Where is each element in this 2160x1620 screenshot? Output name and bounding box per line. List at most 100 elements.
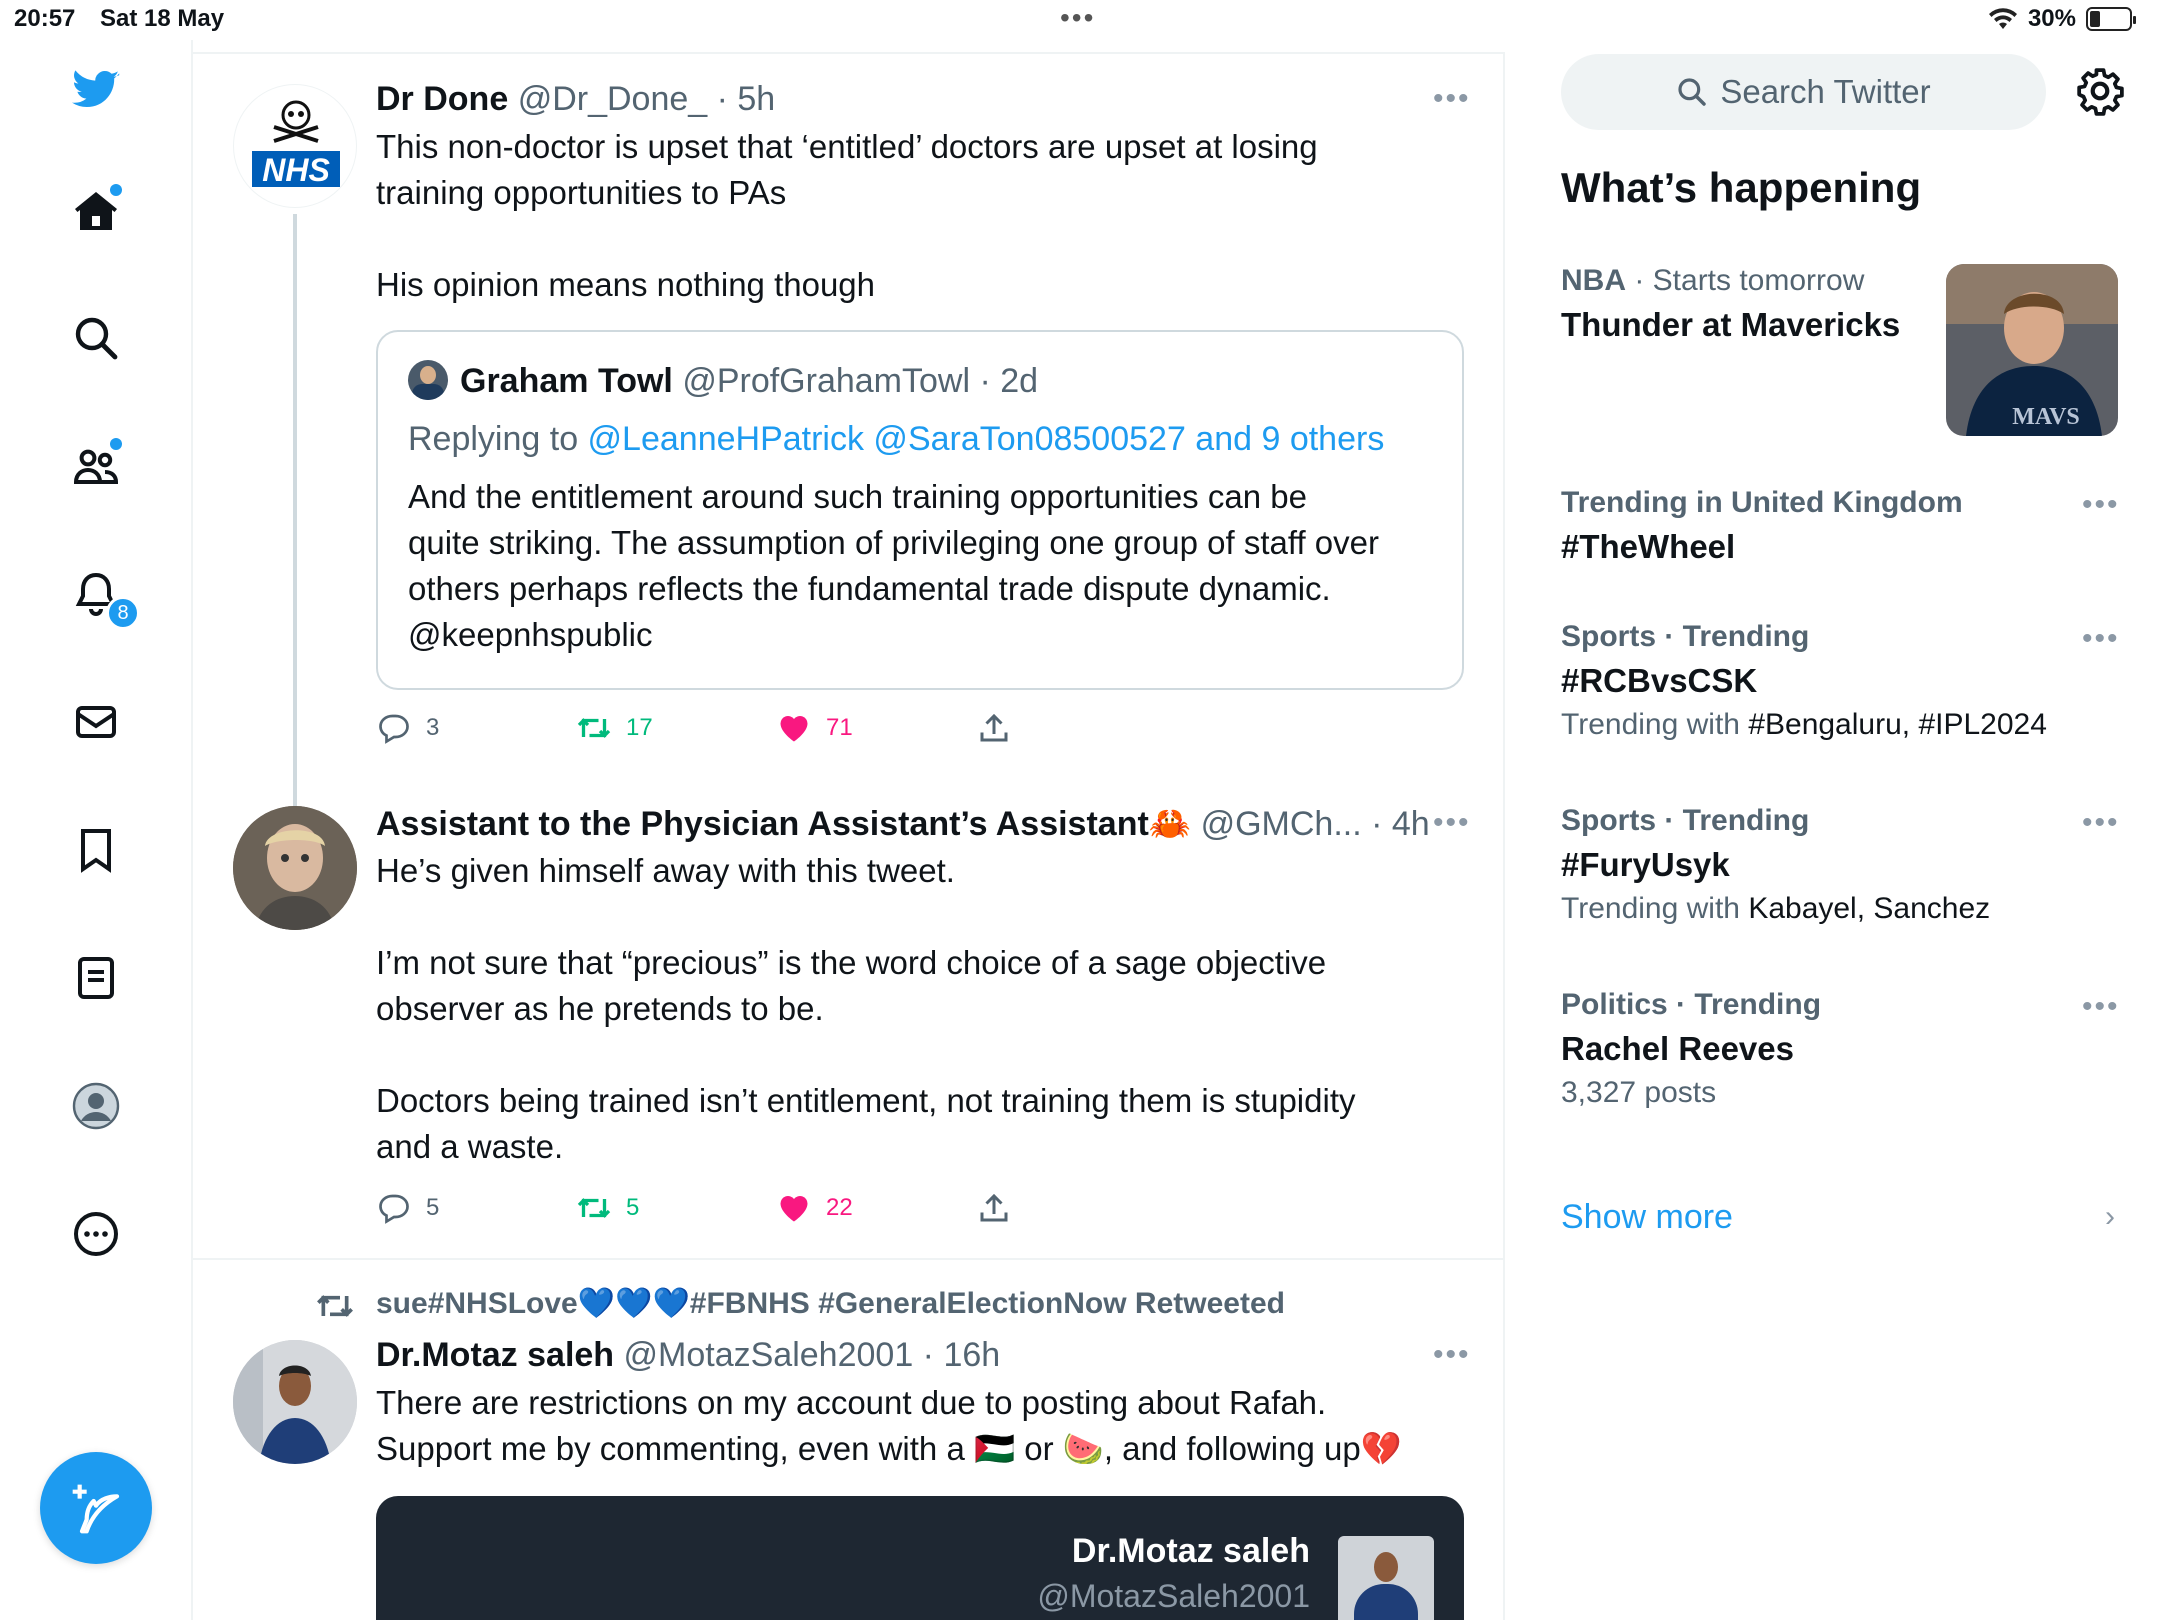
avatar[interactable]: NHS	[233, 84, 357, 208]
quoted-avatar	[408, 360, 448, 400]
timeline: NHS Dr Done @Dr_Done_ · 5h ••• This non-…	[193, 52, 1505, 1620]
twitter-logo-icon[interactable]	[66, 60, 126, 120]
nav-bookmarks[interactable]	[66, 820, 126, 880]
retweet-button[interactable]: 17	[576, 710, 776, 746]
multitask-dots-icon[interactable]: •••	[1060, 2, 1095, 34]
trend-item[interactable]: Politics · Trending Rachel Reeves 3,327 …	[1561, 988, 1821, 1110]
status-bar: 20:57 Sat 18 May ••• 30%	[0, 0, 2160, 40]
svg-text:MAVS: MAVS	[2012, 404, 2080, 430]
thread-line	[293, 214, 297, 814]
like-button[interactable]: 71	[776, 710, 976, 746]
heart-filled-icon	[780, 1196, 808, 1222]
envelope-icon	[76, 706, 116, 738]
nav-lists[interactable]	[66, 948, 126, 1008]
author-name[interactable]: Dr Done	[376, 80, 508, 118]
search-icon	[1678, 78, 1707, 106]
quoted-author-meta: @ProfGrahamTowl · 2d	[682, 362, 1039, 400]
trend-more-icon[interactable]: •••	[2082, 488, 2120, 522]
card-handle: @MotazSaleh2001	[1037, 1578, 1310, 1614]
search-box[interactable]: Search Twitter	[1561, 54, 2046, 130]
quoted-text: And the entitlement around such training…	[408, 478, 1380, 653]
author-name[interactable]: Assistant to the Physician Assistant’s A…	[376, 805, 1191, 843]
tweet-text: He’s given himself away with this tweet.…	[376, 852, 1356, 1165]
trend-item[interactable]: Sports · Trending #RCBvsCSK Trending wit…	[1561, 620, 2047, 742]
trend-more-icon[interactable]: •••	[2082, 622, 2120, 656]
nav-more[interactable]	[66, 1204, 126, 1264]
trend-more-icon[interactable]: •••	[2082, 806, 2120, 840]
trend-title: #FuryUsyk	[1561, 846, 1730, 883]
replying-prefix: Replying to	[408, 420, 588, 458]
avatar[interactable]	[233, 1340, 357, 1464]
tweet-more-icon[interactable]: •••	[1433, 1338, 1471, 1372]
trend-thumbnail: MAVS	[1946, 264, 2118, 436]
share-button[interactable]	[976, 1190, 1176, 1226]
nav-messages[interactable]	[66, 692, 126, 752]
trend-more-icon[interactable]: •••	[2082, 990, 2120, 1024]
tweet-actions: 3 17 71	[376, 710, 1176, 746]
author-name[interactable]: Dr.Motaz saleh	[376, 1336, 614, 1374]
person-avatar	[233, 1340, 357, 1464]
notifications-badge: 8	[106, 596, 140, 630]
profile-avatar-icon	[72, 1082, 120, 1130]
battery-icon	[2086, 7, 2136, 31]
svg-text:NHS: NHS	[262, 152, 330, 188]
person-avatar	[233, 806, 357, 930]
sidebar: Search Twitter What’s happening NBA · St…	[1505, 40, 2160, 1620]
trend-title: #TheWheel	[1561, 528, 1736, 565]
chevron-right-icon[interactable]: ›	[2105, 1200, 2115, 1234]
skull-nhs-avatar: NHS	[252, 100, 340, 188]
trend-item[interactable]: Trending in United Kingdom #TheWheel	[1561, 486, 1963, 566]
retweeted-by[interactable]: sue#NHSLove💙💙💙#FBNHS #GeneralElectionNow…	[376, 1286, 1285, 1321]
retweet-icon	[577, 1198, 611, 1218]
reply-icon	[379, 714, 409, 744]
communities-unread-dot	[110, 438, 122, 450]
gear-icon[interactable]	[2075, 66, 2125, 116]
tweet-text: This non-doctor is upset that ‘entitled’…	[376, 128, 1318, 303]
share-icon	[980, 1193, 1008, 1222]
share-button[interactable]	[976, 710, 1176, 746]
nav-profile[interactable]	[66, 1076, 126, 1136]
avatar[interactable]	[233, 806, 357, 930]
author-meta[interactable]: @MotazSaleh2001 · 16h	[624, 1336, 1001, 1374]
show-more-link[interactable]: Show more	[1561, 1198, 1733, 1237]
search-placeholder: Search Twitter	[1720, 73, 1931, 110]
trend-title: Rachel Reeves	[1561, 1030, 1794, 1067]
author-meta[interactable]: @GMCh... · 4h	[1201, 805, 1430, 843]
reply-button[interactable]: 5	[376, 1190, 576, 1226]
author-meta[interactable]: @Dr_Done_ · 5h	[518, 80, 776, 118]
nav-home[interactable]	[66, 182, 126, 242]
quoted-author-name: Graham Towl	[460, 362, 673, 400]
tweet-actions: 5 5 22	[376, 1190, 1176, 1226]
tweet-divider	[193, 1258, 1505, 1260]
heart-filled-icon	[780, 716, 808, 742]
compose-tweet-button[interactable]	[40, 1452, 152, 1564]
trend-item[interactable]: NBA · Starts tomorrow Thunder at Maveric…	[1561, 264, 1900, 344]
battery-percent: 30%	[2027, 5, 2076, 32]
retweet-icon	[577, 718, 611, 738]
reply-button[interactable]: 3	[376, 710, 576, 746]
replying-to-links[interactable]: @LeanneHPatrick @SaraTon08500527 and 9 o…	[588, 420, 1385, 458]
more-circle-icon	[74, 1212, 118, 1256]
like-button[interactable]: 22	[776, 1190, 976, 1226]
whats-happening-heading: What’s happening	[1561, 164, 1922, 211]
card-avatar	[1338, 1536, 1434, 1620]
reply-icon	[379, 1194, 409, 1224]
clock: 20:57	[14, 5, 76, 32]
nav-communities[interactable]	[66, 436, 126, 496]
card-name: Dr.Motaz saleh	[1071, 1532, 1310, 1570]
retweet-icon	[317, 1295, 353, 1317]
bookmark-icon	[81, 829, 111, 873]
search-icon	[75, 317, 118, 360]
feather-plus-icon	[72, 1484, 120, 1534]
profile-card[interactable]: Dr.Motaz saleh @MotazSaleh2001	[376, 1496, 1464, 1620]
trend-title: #RCBvsCSK	[1561, 662, 1758, 699]
share-icon	[980, 713, 1008, 742]
tweet-more-icon[interactable]: •••	[1433, 82, 1471, 116]
tweet-more-icon[interactable]: •••	[1433, 806, 1471, 840]
nav-explore[interactable]	[66, 308, 126, 368]
tweet-text: There are restrictions on my account due…	[376, 1384, 1402, 1467]
quoted-tweet[interactable]: Graham Towl @ProfGrahamTowl · 2d Replyin…	[376, 330, 1464, 690]
list-icon	[78, 957, 114, 999]
retweet-button[interactable]: 5	[576, 1190, 776, 1226]
trend-item[interactable]: Sports · Trending #FuryUsyk Trending wit…	[1561, 804, 1990, 926]
